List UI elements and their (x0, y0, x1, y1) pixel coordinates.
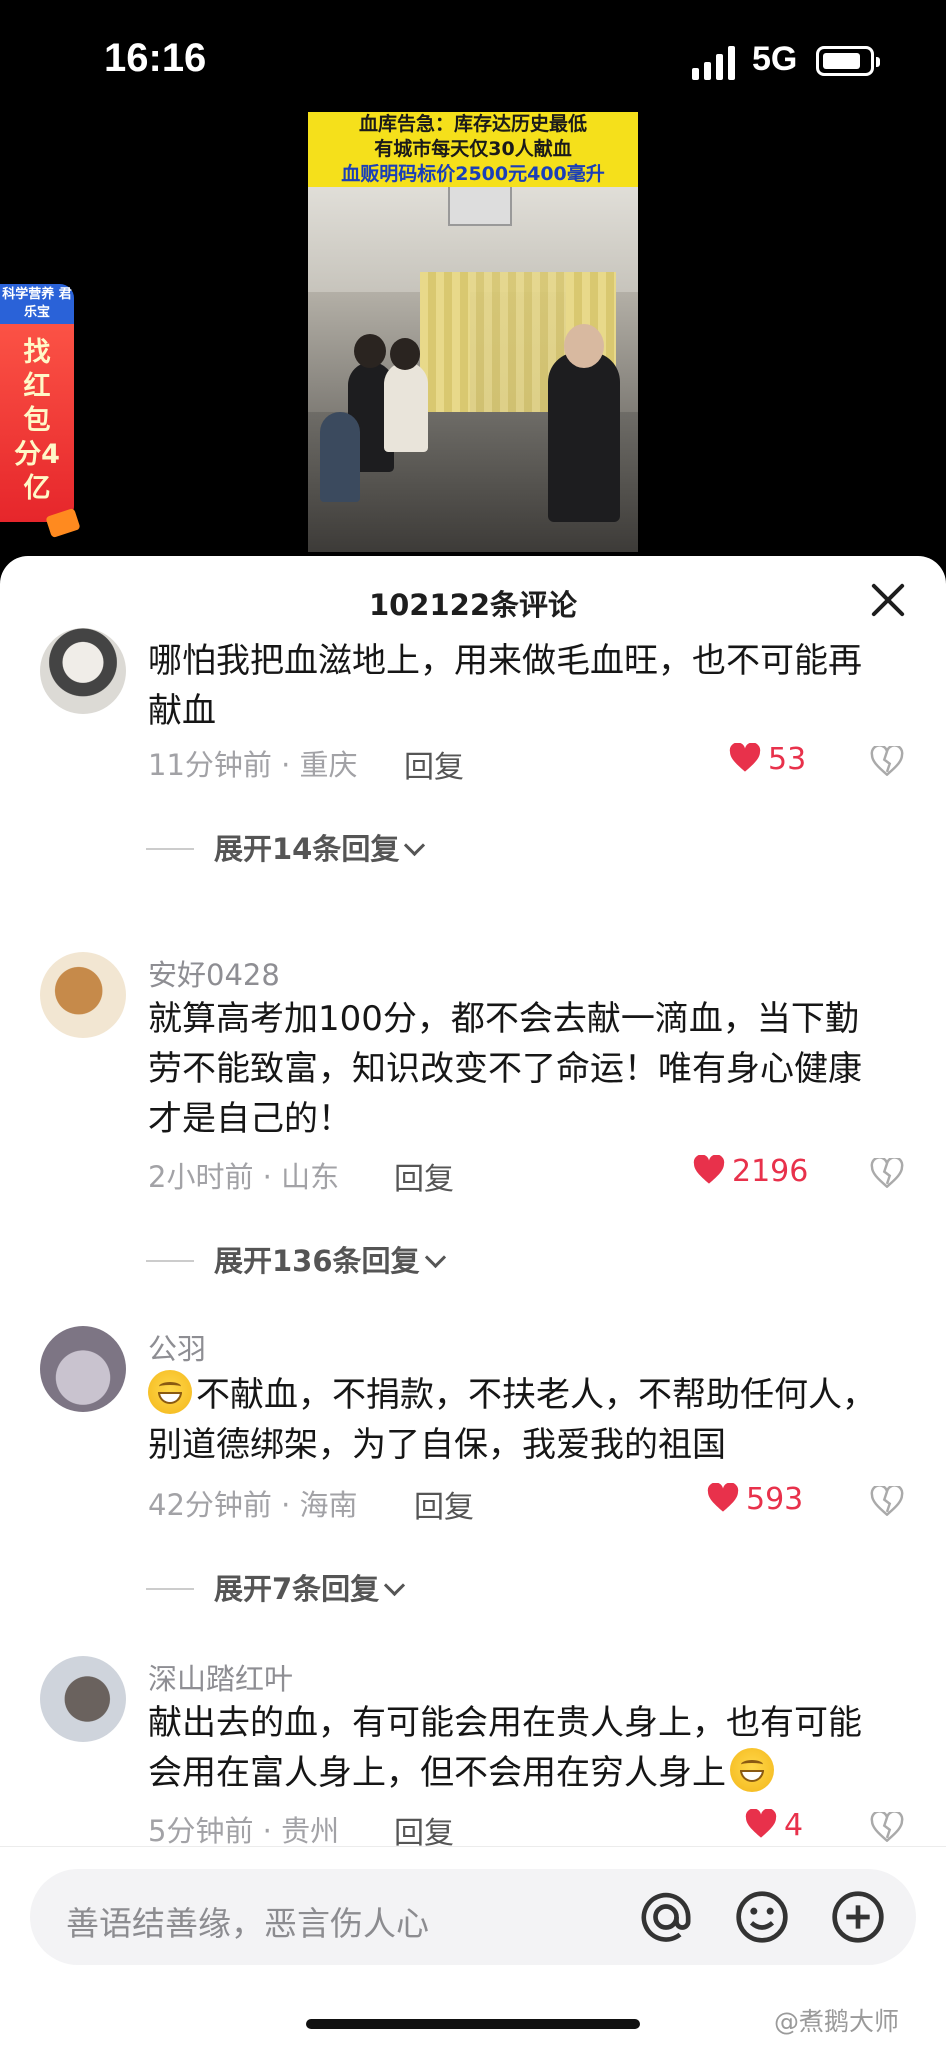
comment-count-title: 102122条评论 (368, 588, 578, 622)
sweat-smile-emoji-icon (730, 1748, 774, 1792)
broken-heart-icon[interactable] (870, 1486, 904, 1516)
comment-text: 不献血，不捐款，不扶老人，不帮助任何人，别道德绑架，为了自保，我爱我的祖国 (148, 1370, 888, 1470)
video-scene-person (354, 334, 386, 368)
close-icon[interactable] (868, 580, 908, 620)
like-count: 53 (768, 742, 807, 777)
heart-icon (693, 1155, 725, 1184)
comment-meta: 2小时前 · 山东 (148, 1160, 340, 1194)
expand-replies-button[interactable]: 展开7条回复 (146, 1566, 406, 1608)
battery-level (823, 53, 860, 69)
avatar[interactable] (40, 1326, 126, 1412)
avatar[interactable] (40, 628, 126, 714)
watermark: @煮鹅大师 (774, 2007, 900, 2036)
reply-button[interactable]: 回复 (404, 742, 464, 786)
signal-icon (692, 46, 736, 80)
expand-label: 展开136条回复 (214, 1244, 420, 1278)
chevron-down-icon (424, 1246, 446, 1269)
comment-username[interactable]: 安好0428 (148, 952, 280, 994)
like-button[interactable]: 2196 (692, 1154, 808, 1189)
comment-meta: 42分钟前 · 海南 (148, 1488, 358, 1522)
expand-label: 展开14条回复 (214, 832, 400, 866)
expand-label: 展开7条回复 (214, 1572, 380, 1606)
video-scene-person (564, 324, 604, 368)
comment-text: 献出去的血，有可能会用在贵人身上，也有可能会用在富人身上，但不会用在穷人身上 (148, 1698, 888, 1798)
divider (146, 1260, 194, 1262)
caption-line: 血库告急：库存达历史最低 (358, 113, 587, 135)
red-packet-promo[interactable]: 科学营养 君乐宝 找红包分4亿 (0, 284, 81, 539)
plus-circle-icon[interactable] (830, 1889, 886, 1945)
comment-text-body: 不献血，不捐款，不扶老人，不帮助任何人，别道德绑架，为了自保，我爱我的祖国 (148, 1375, 876, 1465)
comment-meta: 11分钟前 · 重庆 (148, 748, 358, 782)
video-scene-vent (448, 182, 512, 226)
comment-text: 就算高考加100分，都不会去献一滴血，当下勤劳不能致富，知识改变不了命运！唯有身… (148, 999, 862, 1139)
network-type: 5G (752, 40, 798, 78)
caption-line: 血贩明码标价2500元400毫升 (308, 162, 638, 187)
broken-heart-icon[interactable] (870, 1158, 904, 1188)
comment-username[interactable]: 公羽 (148, 1326, 206, 1368)
comment-input[interactable]: 善语结善缘，恶言伤人心 (30, 1869, 916, 1965)
comment-sheet: 102122条评论 哪怕我把血滋地上，用来做毛血旺，也不可能再献血 11分钟前 … (0, 556, 946, 2048)
promo-badge: 科学营养 君乐宝 (0, 284, 74, 324)
video-scene-person (384, 362, 428, 452)
reply-button[interactable]: 回复 (394, 1154, 454, 1198)
status-bar: 16:16 5G (0, 0, 946, 130)
like-button[interactable]: 593 (706, 1482, 803, 1517)
at-icon[interactable] (638, 1889, 694, 1945)
expand-replies-button[interactable]: 展开14条回复 (146, 826, 426, 868)
video-player[interactable]: 血库告急：库存达历史最低 有城市每天仅30人献血 血贩明码标价2500元400毫… (308, 112, 638, 552)
heart-icon (745, 1809, 777, 1838)
comment-username[interactable]: 深山踏红叶 (148, 1656, 293, 1698)
like-count: 4 (784, 1808, 804, 1843)
video-scene-person (320, 412, 360, 502)
like-button[interactable]: 4 (744, 1808, 803, 1843)
video-caption: 血库告急：库存达历史最低 有城市每天仅30人献血 血贩明码标价2500元400毫… (308, 112, 638, 187)
broken-heart-icon[interactable] (870, 1812, 904, 1842)
like-button[interactable]: 53 (728, 742, 806, 777)
video-scene-person (390, 338, 420, 370)
home-indicator[interactable] (306, 2019, 640, 2029)
broken-heart-icon[interactable] (870, 746, 904, 776)
chevron-down-icon (384, 1574, 406, 1597)
clock: 16:16 (104, 36, 207, 80)
reply-button[interactable]: 回复 (414, 1482, 474, 1526)
caption-line: 有城市每天仅30人献血 (374, 138, 572, 160)
battery-icon (816, 46, 880, 76)
avatar[interactable] (40, 952, 126, 1038)
divider (146, 848, 194, 850)
promo-text: 找红包分4亿 (14, 337, 60, 504)
heart-icon (707, 1483, 739, 1512)
smiley-icon[interactable] (734, 1889, 790, 1945)
divider (146, 1588, 194, 1590)
avatar[interactable] (40, 1656, 126, 1742)
video-scene-person (548, 352, 620, 522)
comment-meta: 5分钟前 · 贵州 (148, 1814, 340, 1848)
promo-tag-icon (45, 507, 81, 539)
grin-emoji-icon (148, 1370, 192, 1414)
chevron-down-icon (404, 834, 426, 857)
like-count: 2196 (732, 1154, 809, 1189)
expand-replies-button[interactable]: 展开136条回复 (146, 1238, 446, 1280)
heart-icon (729, 743, 761, 772)
comment-text: 哪怕我把血滋地上，用来做毛血旺，也不可能再献血 (148, 641, 862, 731)
input-placeholder: 善语结善缘，恶言伤人心 (66, 1904, 429, 1943)
like-count: 593 (746, 1482, 804, 1517)
